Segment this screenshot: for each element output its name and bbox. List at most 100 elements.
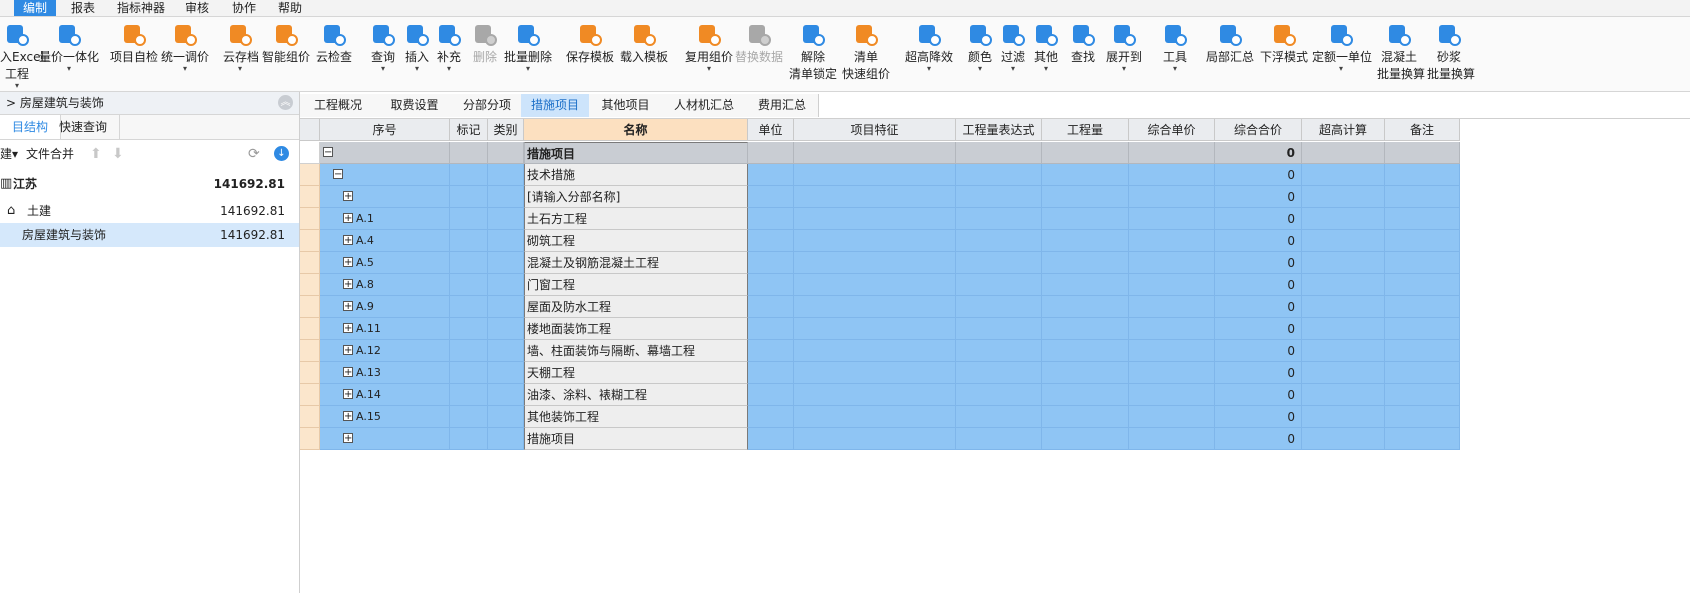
grid-cell[interactable] — [450, 406, 488, 428]
column-header[interactable]: 工程量表达式 — [956, 119, 1042, 141]
column-header[interactable]: 单位 — [748, 119, 794, 141]
grid-cell[interactable]: + — [320, 428, 450, 450]
tab-2[interactable]: 分部分项 — [453, 94, 522, 117]
column-header[interactable]: 名称 — [524, 119, 748, 141]
table-row[interactable]: + A.9 屋面及防水工程 0 — [300, 296, 1460, 318]
grid-cell[interactable] — [450, 384, 488, 406]
grid-cell[interactable]: + A.13 — [320, 362, 450, 384]
grid-cell[interactable]: − — [320, 164, 450, 186]
row-total[interactable]: 0 — [1215, 142, 1302, 164]
grid-cell[interactable] — [748, 428, 794, 450]
grid-cell[interactable] — [450, 340, 488, 362]
grid-cell[interactable] — [794, 186, 956, 208]
grid-cell[interactable]: − — [320, 142, 450, 164]
ribbon-button-15[interactable]: 替换数据 — [735, 19, 783, 89]
grid-cell[interactable] — [300, 296, 320, 318]
ribbon-button-28[interactable]: 混凝土 批量换算 — [1377, 19, 1425, 89]
tab-0[interactable]: 工程概况 — [300, 94, 377, 117]
table-row[interactable]: + A.4 砌筑工程 0 — [300, 230, 1460, 252]
grid-cell[interactable] — [1042, 362, 1129, 384]
grid-cell[interactable] — [1302, 164, 1385, 186]
grid-cell[interactable] — [1385, 230, 1460, 252]
grid-cell[interactable] — [488, 164, 524, 186]
tab-quick-query[interactable]: 快速查询 — [47, 115, 121, 139]
column-header[interactable]: 项目特征 — [794, 119, 956, 141]
row-name[interactable]: 砌筑工程 — [524, 230, 748, 252]
expand-icon[interactable]: + — [343, 389, 353, 400]
grid-cell[interactable] — [488, 208, 524, 230]
row-total[interactable]: 0 — [1215, 252, 1302, 274]
grid-cell[interactable] — [956, 406, 1042, 428]
grid-cell[interactable]: + A.11 — [320, 318, 450, 340]
grid-cell[interactable]: + A.1 — [320, 208, 450, 230]
grid-cell[interactable] — [488, 428, 524, 450]
column-header[interactable]: 工程量 — [1042, 119, 1129, 141]
expand-icon[interactable]: + — [343, 345, 353, 356]
grid-cell[interactable] — [1302, 384, 1385, 406]
row-name[interactable]: 混凝土及钢筋混凝土工程 — [524, 252, 748, 274]
column-header[interactable]: 超高计算 — [1302, 119, 1385, 141]
ribbon-button-24[interactable]: 工具 ▾ — [1162, 19, 1188, 89]
ribbon-button-12[interactable]: 保存模板 — [566, 19, 614, 89]
grid-cell[interactable] — [1042, 274, 1129, 296]
grid-cell[interactable] — [794, 428, 956, 450]
table-row[interactable]: + 措施项目 0 — [300, 428, 1460, 450]
expand-icon[interactable]: + — [343, 213, 353, 224]
ribbon-button-29[interactable]: 砂浆 批量换算 — [1427, 19, 1475, 89]
move-up-icon[interactable]: ⬆ — [90, 140, 102, 168]
row-total[interactable]: 0 — [1215, 362, 1302, 384]
grid-cell[interactable]: + — [320, 186, 450, 208]
row-name[interactable]: 措施项目 — [524, 428, 748, 450]
grid-cell[interactable] — [1129, 230, 1215, 252]
grid-cell[interactable] — [956, 340, 1042, 362]
row-total[interactable]: 0 — [1215, 340, 1302, 362]
table-row[interactable]: + [请输入分部名称] 0 — [300, 186, 1460, 208]
grid-cell[interactable] — [748, 142, 794, 164]
grid-cell[interactable] — [748, 230, 794, 252]
row-name[interactable]: 门窗工程 — [524, 274, 748, 296]
ribbon-button-13[interactable]: 载入模板 — [620, 19, 668, 89]
grid-cell[interactable] — [1302, 428, 1385, 450]
grid-cell[interactable] — [794, 252, 956, 274]
ribbon-button-9[interactable]: 补充 ▾ — [436, 19, 462, 89]
table-row[interactable]: + A.13 天棚工程 0 — [300, 362, 1460, 384]
expand-icon[interactable]: + — [343, 367, 353, 378]
grid-cell[interactable] — [300, 186, 320, 208]
grid-cell[interactable] — [1385, 384, 1460, 406]
grid-cell[interactable] — [794, 274, 956, 296]
grid-cell[interactable] — [1129, 208, 1215, 230]
new-dropdown[interactable]: 建▾ — [0, 140, 18, 168]
menu-item-3[interactable]: 审核 — [176, 0, 218, 16]
ribbon-button-2[interactable]: 项目自检 — [110, 19, 158, 89]
row-name[interactable]: 其他装饰工程 — [524, 406, 748, 428]
grid-cell[interactable] — [794, 362, 956, 384]
grid-cell[interactable] — [1385, 296, 1460, 318]
table-row[interactable]: − 技术措施 0 — [300, 164, 1460, 186]
ribbon-button-3[interactable]: 统一调价 ▾ — [160, 19, 210, 89]
grid-cell[interactable] — [450, 296, 488, 318]
ribbon-button-26[interactable]: 下浮模式 — [1260, 19, 1308, 89]
grid-cell[interactable] — [1129, 296, 1215, 318]
grid-cell[interactable] — [1042, 252, 1129, 274]
row-name[interactable]: 技术措施 — [524, 164, 748, 186]
grid-cell[interactable] — [488, 362, 524, 384]
grid-cell[interactable] — [1302, 362, 1385, 384]
grid-cell[interactable] — [450, 186, 488, 208]
column-header[interactable]: 类别 — [488, 119, 524, 141]
grid-cell[interactable] — [1042, 296, 1129, 318]
grid-cell[interactable] — [1129, 318, 1215, 340]
table-row[interactable]: + A.11 楼地面装饰工程 0 — [300, 318, 1460, 340]
grid-cell[interactable] — [450, 252, 488, 274]
grid-cell[interactable] — [1302, 340, 1385, 362]
tree-node-building-decoration[interactable]: 房屋建筑与装饰 141692.81 — [0, 223, 299, 247]
grid-cell[interactable] — [450, 274, 488, 296]
ribbon-button-25[interactable]: 局部汇总 — [1206, 19, 1254, 89]
grid-cell[interactable] — [748, 164, 794, 186]
grid-cell[interactable] — [300, 428, 320, 450]
grid-cell[interactable] — [1129, 274, 1215, 296]
grid-cell[interactable] — [748, 384, 794, 406]
grid-cell[interactable]: + A.5 — [320, 252, 450, 274]
tab-4[interactable]: 其他项目 — [589, 94, 663, 117]
grid-cell[interactable] — [450, 230, 488, 252]
column-header[interactable]: 综合合价 — [1215, 119, 1302, 141]
